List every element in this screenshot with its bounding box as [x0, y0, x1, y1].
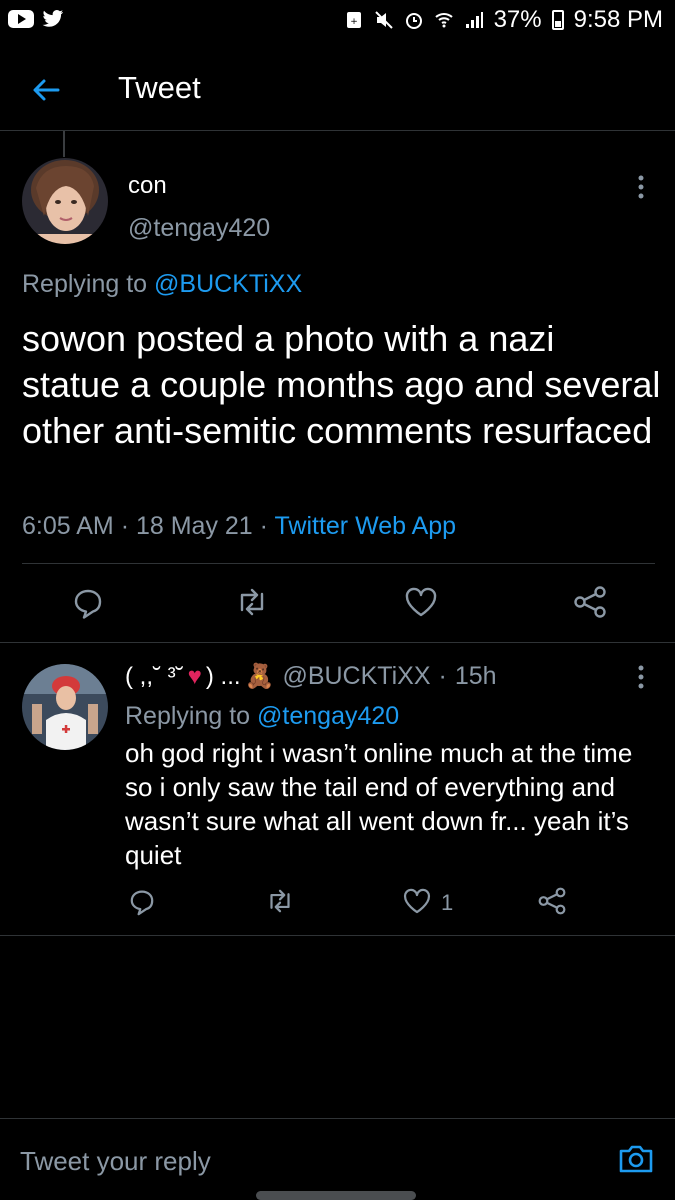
tweet-text: sowon posted a photo with a nazi statue …	[22, 318, 661, 451]
like-count: 1	[441, 890, 454, 915]
battery-icon	[551, 10, 564, 30]
more-options-icon[interactable]	[631, 174, 651, 200]
divider	[22, 563, 655, 564]
more-options-icon[interactable]	[631, 664, 651, 690]
mute-icon	[374, 11, 393, 29]
avatar[interactable]	[22, 158, 108, 244]
replying-to-handle[interactable]: @BUCKTiXX	[154, 270, 302, 298]
replying-to-handle[interactable]: @tengay420	[257, 702, 399, 730]
separator: ·	[259, 512, 268, 540]
reply-actions: 1	[125, 880, 605, 924]
status-bar: + 37% 9:58 PM	[0, 0, 675, 46]
divider	[0, 1118, 675, 1119]
system-indicators: + 37% 9:58 PM	[344, 6, 663, 34]
divider	[0, 642, 675, 643]
tweet-time: 6:05 AM	[22, 512, 114, 540]
reply-header: ( ,,˘ ³˘ ♥ ) ... 🧸 @BUCKTiXX · 15h	[125, 662, 497, 691]
tweet-date: 18 May 21	[135, 512, 253, 540]
twitter-icon	[42, 10, 64, 27]
replying-to: Replying to @tengay420	[125, 702, 399, 731]
battery-percent: 37%	[493, 6, 542, 33]
notification-icons	[8, 9, 64, 29]
display-name[interactable]: con	[128, 172, 167, 200]
heart-emoji: ♥	[187, 662, 202, 690]
alarm-icon	[405, 13, 422, 29]
like-icon[interactable]	[401, 582, 441, 622]
reply-icon[interactable]	[68, 582, 108, 622]
share-icon[interactable]	[570, 582, 610, 622]
separator: ·	[120, 512, 130, 540]
retweet-icon[interactable]	[232, 582, 272, 622]
clock: 9:58 PM	[573, 6, 663, 33]
youtube-icon	[8, 10, 34, 28]
reply-input[interactable]: Tweet your reply	[20, 1146, 211, 1177]
display-name[interactable]: ( ,,˘ ³˘	[125, 663, 184, 691]
sim-icon: +	[346, 12, 361, 28]
home-indicator[interactable]	[256, 1191, 416, 1200]
thread-connector	[63, 131, 65, 157]
divider	[0, 935, 675, 936]
top-bar: Tweet	[0, 46, 675, 131]
reply-icon[interactable]	[125, 884, 159, 918]
user-handle[interactable]: @BUCKTiXX	[282, 662, 430, 691]
wifi-icon	[434, 13, 453, 28]
teddy-bear-emoji: 🧸	[244, 663, 275, 690]
retweet-icon[interactable]	[263, 884, 297, 918]
svg-text:+: +	[350, 17, 358, 27]
reply-text: oh god right i wasn’t online much at the…	[125, 738, 633, 870]
tweet-source[interactable]: Twitter Web App	[275, 512, 457, 540]
arrow-left-icon[interactable]	[30, 74, 62, 106]
display-name-suffix[interactable]: ) ...	[206, 663, 241, 691]
avatar[interactable]	[22, 664, 108, 750]
user-handle[interactable]: @tengay420	[128, 214, 270, 243]
separator: ·	[438, 662, 447, 690]
tweet-metadata: 6:05 AM · 18 May 21 · Twitter Web App	[22, 512, 456, 541]
reply-age: 15h	[454, 662, 497, 690]
page-title: Tweet	[118, 70, 201, 105]
replying-to: Replying to @BUCKTiXX	[22, 270, 302, 299]
tweet-actions	[60, 580, 620, 624]
camera-icon[interactable]	[616, 1139, 656, 1179]
share-icon[interactable]	[535, 884, 569, 918]
replying-to-prefix: Replying to	[125, 702, 258, 730]
signal-icon	[465, 12, 483, 28]
replying-to-prefix: Replying to	[22, 270, 155, 298]
like-icon[interactable]	[400, 884, 434, 918]
